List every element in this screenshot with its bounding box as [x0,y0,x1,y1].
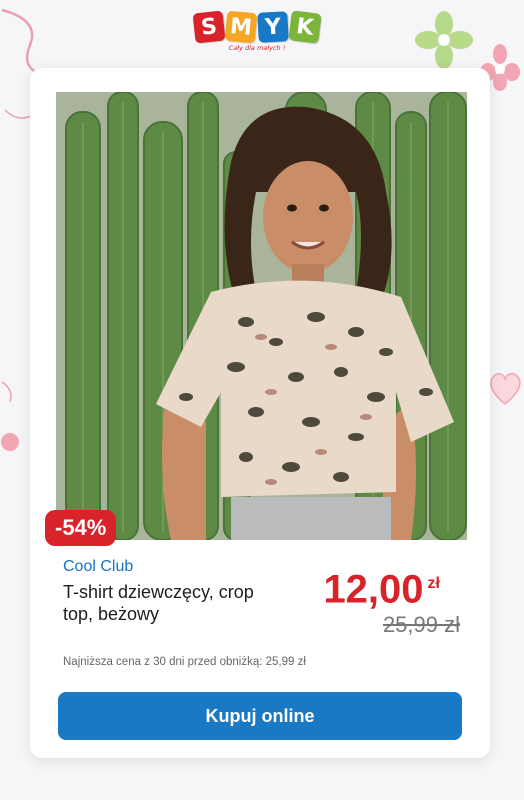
current-price: 12,00 zł [323,560,440,613]
currency-label: zł [427,575,440,592]
buy-online-button[interactable]: Kupuj online [58,692,462,740]
logo-tagline: Cały dla małych ! [228,44,286,52]
logo-letter: Y [257,11,289,43]
logo-letter: M [224,10,258,44]
logo-letter: K [288,10,322,44]
old-price: 25,99 zł [382,612,460,637]
heart-icon [490,373,521,405]
product-brand[interactable]: Cool Club [63,558,133,576]
product-image[interactable] [56,92,467,540]
logo-letter: S [192,10,226,44]
lowest-price-note: Najniższa cena z 30 dni przed obniżką: 2… [63,656,306,668]
berry-icon [1,381,19,451]
product-card[interactable]: -54% Cool Club T-shirt dziewczęcy, crop … [30,68,490,758]
smyk-logo[interactable]: S M Y K Cały dla małych ! [192,10,330,58]
flower-icon [415,11,473,69]
current-price-value: 12,00 [323,567,424,612]
product-name[interactable]: T-shirt dziewczęcy, crop top, beżowy [63,581,283,625]
discount-badge: -54% [45,510,117,546]
